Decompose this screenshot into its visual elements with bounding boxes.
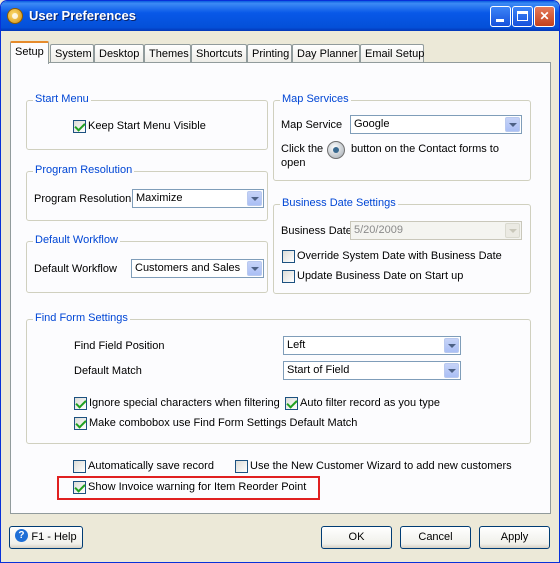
checkbox-label: Override System Date with Business Date	[297, 250, 502, 262]
tab-setup[interactable]: Setup	[10, 41, 49, 64]
minimize-button[interactable]	[490, 6, 511, 27]
group-title: Start Menu	[33, 93, 91, 105]
map-service-select[interactable]: Google	[350, 115, 522, 134]
user-preferences-window: User Preferences ✕ Setup System Desktop …	[0, 0, 560, 563]
checkbox-label: Update Business Date on Start up	[297, 270, 464, 282]
start-menu-group: Start Menu Keep Start Menu Visible	[26, 93, 268, 150]
button-label: OK	[348, 531, 365, 543]
tab-shortcuts[interactable]: Shortcuts	[191, 44, 247, 63]
checkbox-label: Keep Start Menu Visible	[88, 120, 206, 132]
date-value: 5/20/2009	[354, 224, 403, 236]
field-label: Default Workflow	[34, 263, 117, 275]
map-button-icon	[327, 141, 345, 159]
default-workflow-select[interactable]: Customers and Sales	[131, 259, 264, 278]
chevron-down-icon[interactable]	[247, 261, 262, 276]
window-title: User Preferences	[29, 8, 136, 23]
default-workflow-group: Default Workflow Default Workflow Custom…	[26, 234, 268, 293]
highlight-box	[57, 476, 320, 500]
select-value: Customers and Sales	[135, 262, 241, 274]
chevron-down-icon	[505, 223, 520, 238]
map-services-group: Map Services Map Service Google Click th…	[273, 93, 531, 181]
help-icon	[15, 525, 29, 546]
program-resolution-group: Program Resolution Program Resolution Ma…	[26, 164, 268, 221]
cancel-button[interactable]: Cancel	[400, 526, 471, 549]
app-icon	[7, 8, 23, 24]
keep-start-menu-checkbox[interactable]	[73, 120, 86, 133]
select-value: Start of Field	[287, 364, 350, 376]
checkbox-label: Ignore special characters when filtering	[89, 397, 280, 409]
title-bar[interactable]: User Preferences ✕	[1, 1, 559, 31]
checkbox-label: Use the New Customer Wizard to add new c…	[250, 460, 512, 472]
select-value: Google	[354, 118, 390, 130]
group-title: Business Date Settings	[280, 197, 398, 209]
select-value: Maximize	[136, 192, 183, 204]
group-title: Find Form Settings	[33, 312, 130, 324]
close-button[interactable]: ✕	[534, 6, 555, 27]
field-label: Find Field Position	[74, 340, 165, 352]
help-button[interactable]: F1 - Help	[9, 525, 83, 549]
map-hint-text-3: open	[281, 157, 306, 169]
maximize-icon	[517, 11, 528, 21]
find-field-position-select[interactable]: Left	[283, 336, 461, 355]
program-resolution-select[interactable]: Maximize	[132, 189, 264, 208]
apply-button[interactable]: Apply	[479, 526, 550, 549]
select-value: Left	[287, 339, 306, 351]
setup-tab-panel: Start Menu Keep Start Menu Visible Progr…	[10, 62, 551, 514]
button-label: Apply	[500, 531, 529, 543]
group-title: Program Resolution	[33, 164, 135, 176]
tab-email-setup[interactable]: Email Setup	[360, 44, 424, 63]
default-match-select[interactable]: Start of Field	[283, 361, 461, 380]
close-icon: ✕	[539, 9, 550, 23]
field-label: Business Date	[281, 225, 352, 237]
override-date-checkbox[interactable]	[282, 250, 295, 263]
field-label: Map Service	[281, 119, 343, 131]
chevron-down-icon[interactable]	[247, 191, 262, 206]
business-date-picker: 5/20/2009	[350, 221, 522, 240]
checkbox-label: Auto filter record as you type	[300, 397, 441, 409]
auto-filter-checkbox[interactable]	[285, 397, 298, 410]
button-label: Cancel	[418, 531, 453, 543]
maximize-button[interactable]	[512, 6, 533, 27]
auto-save-checkbox[interactable]	[73, 460, 86, 473]
button-label: F1 - Help	[31, 531, 77, 543]
new-customer-wizard-checkbox[interactable]	[235, 460, 248, 473]
tab-desktop[interactable]: Desktop	[94, 44, 144, 63]
chevron-down-icon[interactable]	[444, 363, 459, 378]
group-title: Map Services	[280, 93, 351, 105]
map-hint-text: Click the	[281, 143, 324, 155]
tab-day-planner[interactable]: Day Planner	[292, 44, 360, 63]
checkbox-label: Automatically save record	[88, 460, 214, 472]
ignore-special-chars-checkbox[interactable]	[74, 397, 87, 410]
find-form-group: Find Form Settings Find Field Position L…	[26, 312, 531, 444]
update-date-checkbox[interactable]	[282, 270, 295, 283]
field-label: Program Resolution	[34, 193, 132, 205]
field-label: Default Match	[74, 365, 142, 377]
chevron-down-icon[interactable]	[505, 117, 520, 132]
tab-themes[interactable]: Themes	[144, 44, 191, 63]
combobox-default-match-checkbox[interactable]	[74, 417, 87, 430]
tab-printing[interactable]: Printing	[247, 44, 292, 63]
minimize-icon	[496, 19, 504, 22]
chevron-down-icon[interactable]	[444, 338, 459, 353]
group-title: Default Workflow	[33, 234, 120, 246]
tab-system[interactable]: System	[50, 44, 94, 63]
map-hint-text-2: button on the Contact forms to	[351, 143, 499, 155]
checkbox-label: Make combobox use Find Form Settings Def…	[89, 417, 358, 429]
ok-button[interactable]: OK	[321, 526, 392, 549]
business-date-group: Business Date Settings Business Date 5/2…	[273, 197, 531, 294]
